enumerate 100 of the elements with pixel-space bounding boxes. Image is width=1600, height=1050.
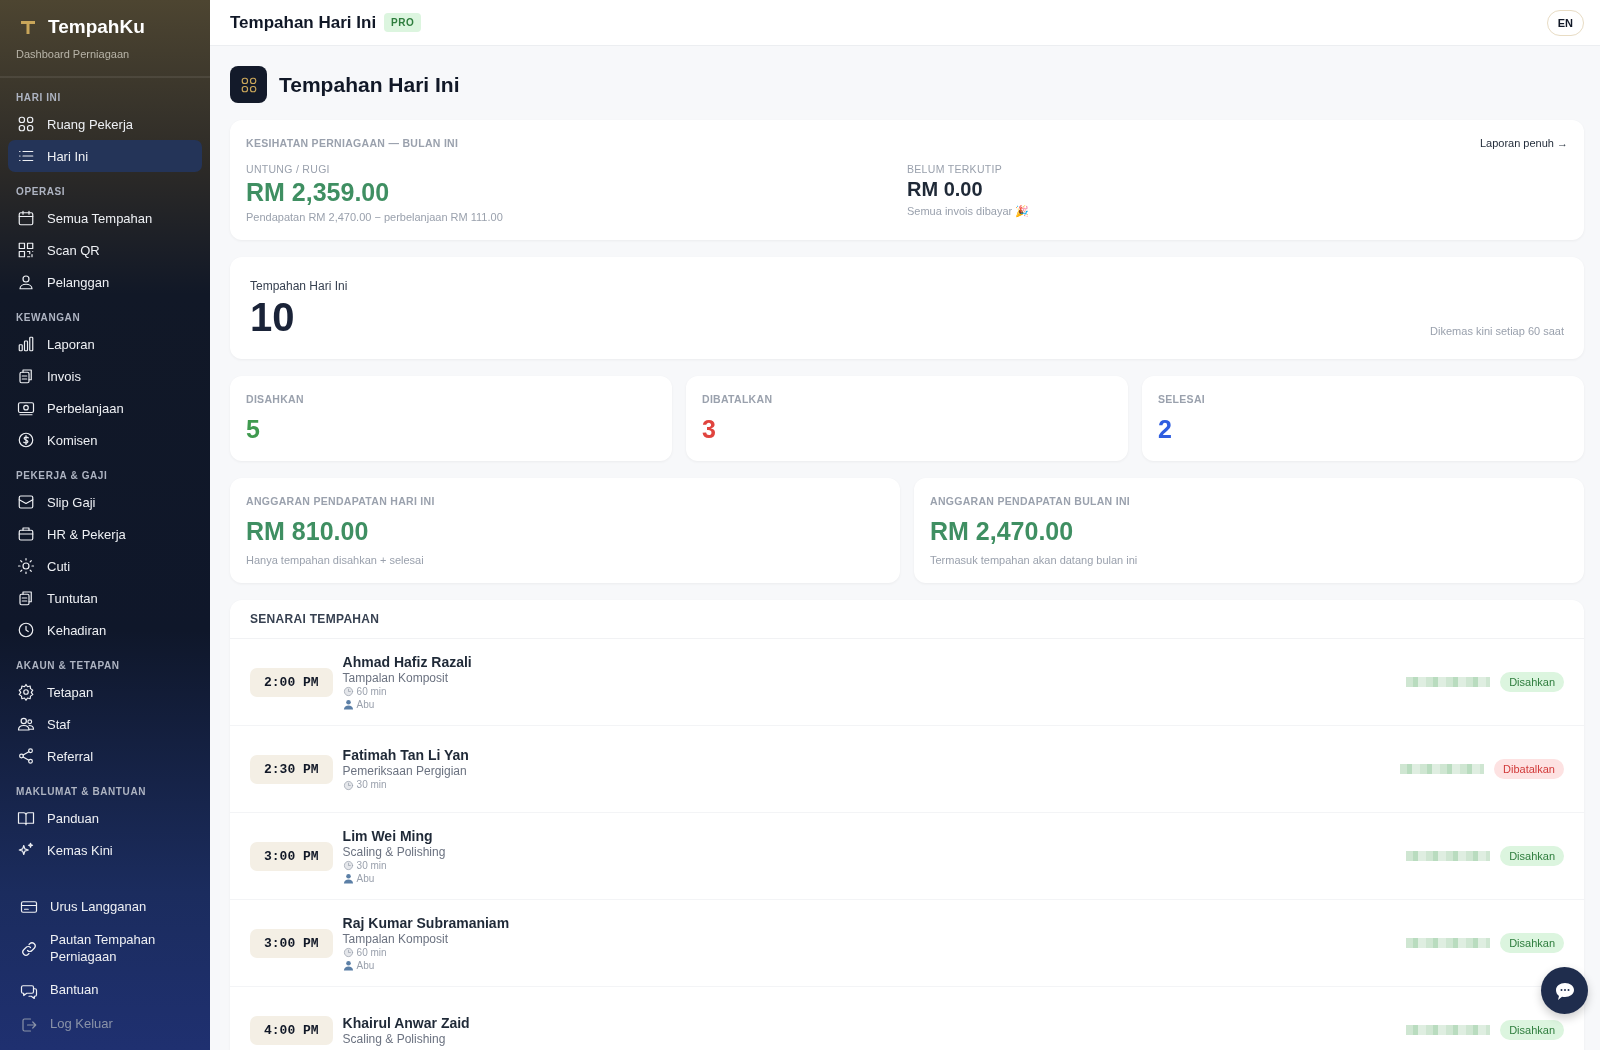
revenue-note: Hanya tempahan disahkan + selesai (246, 554, 425, 566)
credit-card-icon (20, 898, 38, 916)
sidebar-item[interactable]: Tetapan (8, 676, 202, 708)
service-name: Tampalan Komposit (342, 931, 449, 946)
users-icon (17, 715, 35, 733)
service-name: Tampalan Komposit (342, 670, 449, 685)
grid-icon (17, 115, 35, 133)
status-count: 5 (246, 415, 261, 444)
sidebar-item[interactable]: Laporan (8, 328, 202, 360)
clock-icon (342, 860, 354, 871)
service-name: Scaling & Polishing (342, 1031, 447, 1046)
time-badge: 2:30 PM (250, 754, 333, 784)
revenue-value: RM 810.00 (246, 517, 370, 546)
logo-icon (20, 19, 36, 35)
section-label: MAKLUMAT & BANTUAN (15, 785, 148, 799)
sidebar-item[interactable]: HR & Pekerja (8, 518, 202, 550)
status-count: 3 (702, 415, 717, 444)
person-icon (342, 873, 354, 884)
brand-name: TempahKu (48, 16, 145, 38)
qr-code-icon (17, 241, 35, 259)
time-badge: 4:00 PM (250, 1015, 333, 1045)
documents-icon (17, 367, 35, 385)
user-icon (17, 273, 35, 291)
customer-name: Fatimah Tan Li Yan (342, 747, 470, 763)
section-label: HARI INI (15, 91, 62, 105)
status-badge: Disahkan (1500, 933, 1564, 953)
today-count: 10 (250, 297, 296, 337)
sidebar-item[interactable]: Pelanggan (8, 266, 202, 298)
duration-text: 30 min (356, 859, 387, 872)
sidebar-link[interactable]: Bantuan (0, 975, 210, 1006)
staff-name: Abu (356, 698, 375, 711)
clock-icon (342, 686, 354, 697)
customer-name: Lim Wei Ming (342, 827, 434, 844)
time-badge: 3:00 PM (250, 928, 333, 958)
full-report-link[interactable]: Laporan penuh → (1479, 137, 1568, 149)
dollar-circle-icon (17, 431, 35, 449)
status-label: DIBATALKAN (702, 393, 774, 405)
duration-text: 60 min (356, 946, 387, 959)
sidebar-link[interactable]: Pautan Tempahan Perniagaan (0, 926, 210, 972)
today-label: Tempahan Hari Ini (250, 279, 348, 293)
sidebar-item[interactable]: Cuti (8, 550, 202, 582)
sidebar-item[interactable]: Hari Ini (8, 140, 202, 172)
logout-icon (20, 1015, 38, 1034)
revenue-label: ANGGARAN PENDAPATAN HARI INI (246, 495, 436, 507)
duration-text: 60 min (356, 685, 387, 698)
metric-note: Semua invois dibayar 🎉 (907, 205, 1031, 218)
logout-link[interactable]: Log Keluar (0, 1009, 210, 1040)
sidebar-item[interactable]: Tuntutan (8, 582, 202, 614)
person-icon (342, 960, 354, 971)
sidebar-item[interactable]: Ruang Pekerja (8, 108, 202, 140)
revenue-value: RM 2,470.00 (930, 517, 1075, 546)
sidebar-item[interactable]: Slip Gaji (8, 486, 202, 518)
sidebar-item[interactable]: Kehadiran (8, 614, 202, 646)
customer-name: Khairul Anwar Zaid (342, 1014, 471, 1031)
section-label: PEKERJA & GAJI (15, 469, 109, 483)
revenue-label: ANGGARAN PENDAPATAN BULAN INI (930, 495, 1132, 507)
sidebar-link[interactable]: Urus Langganan (0, 892, 210, 922)
person-icon (342, 699, 354, 710)
sidebar-item[interactable]: Referral (8, 740, 202, 772)
sidebar-item[interactable]: Invois (8, 360, 202, 392)
metric-label: BELUM TERKUTIP (907, 163, 1004, 175)
sidebar-item[interactable]: Semua Tempahan (8, 202, 202, 234)
service-name: Pemeriksaan Pergigian (342, 764, 468, 778)
sidebar-item[interactable]: Perbelanjaan (8, 392, 202, 424)
time-badge: 2:00 PM (250, 667, 333, 697)
metric-value: RM 0.00 (907, 178, 984, 201)
staff-name: Abu (356, 959, 375, 972)
clock-icon (17, 621, 35, 639)
book-icon (17, 809, 35, 827)
page-title: Tempahan Hari Ini (279, 72, 460, 97)
banknote-icon (17, 399, 35, 417)
briefcase-icon (17, 525, 35, 543)
section-label: KEWANGAN (15, 311, 82, 325)
sidebar-item[interactable]: Panduan (8, 802, 202, 834)
clock-icon (342, 947, 354, 958)
sidebar-item[interactable]: Kemas Kini (8, 834, 202, 866)
section-label: AKAUN & TETAPAN (15, 659, 121, 673)
calendar-icon (17, 209, 35, 227)
status-count: 2 (1158, 415, 1173, 444)
plan-badge: PRO (384, 13, 422, 32)
sidebar-item[interactable]: Scan QR (8, 234, 202, 266)
share-icon (17, 747, 35, 765)
status-label: DISAHKAN (246, 393, 305, 405)
revenue-note: Termasuk tempahan akan datang bulan ini (930, 554, 1139, 566)
metric-note: Pendapatan RM 2,470.00 − perbelanjaan RM 111.00 (246, 211, 504, 223)
card-heading: KESIHATAN PERNIAGAAN — BULAN INI (246, 137, 459, 149)
staff-name: Abu (356, 872, 375, 885)
link-icon (20, 939, 38, 958)
customer-name: Ahmad Hafiz Razali (342, 653, 473, 670)
customer-name: Raj Kumar Subramaniam (342, 914, 511, 931)
documents-icon (17, 589, 35, 607)
clock-icon (342, 779, 354, 791)
envelope-icon (17, 493, 35, 511)
sidebar-item[interactable]: Staf (8, 708, 202, 740)
metric-label: UNTUNG / RUGI (246, 163, 331, 175)
time-badge: 3:00 PM (250, 841, 333, 871)
sun-icon (17, 557, 35, 575)
language-button[interactable]: EN (1546, 9, 1584, 36)
refresh-note: Dikemas kini setiap 60 saat (1430, 325, 1564, 337)
sidebar-item[interactable]: Komisen (8, 424, 202, 456)
